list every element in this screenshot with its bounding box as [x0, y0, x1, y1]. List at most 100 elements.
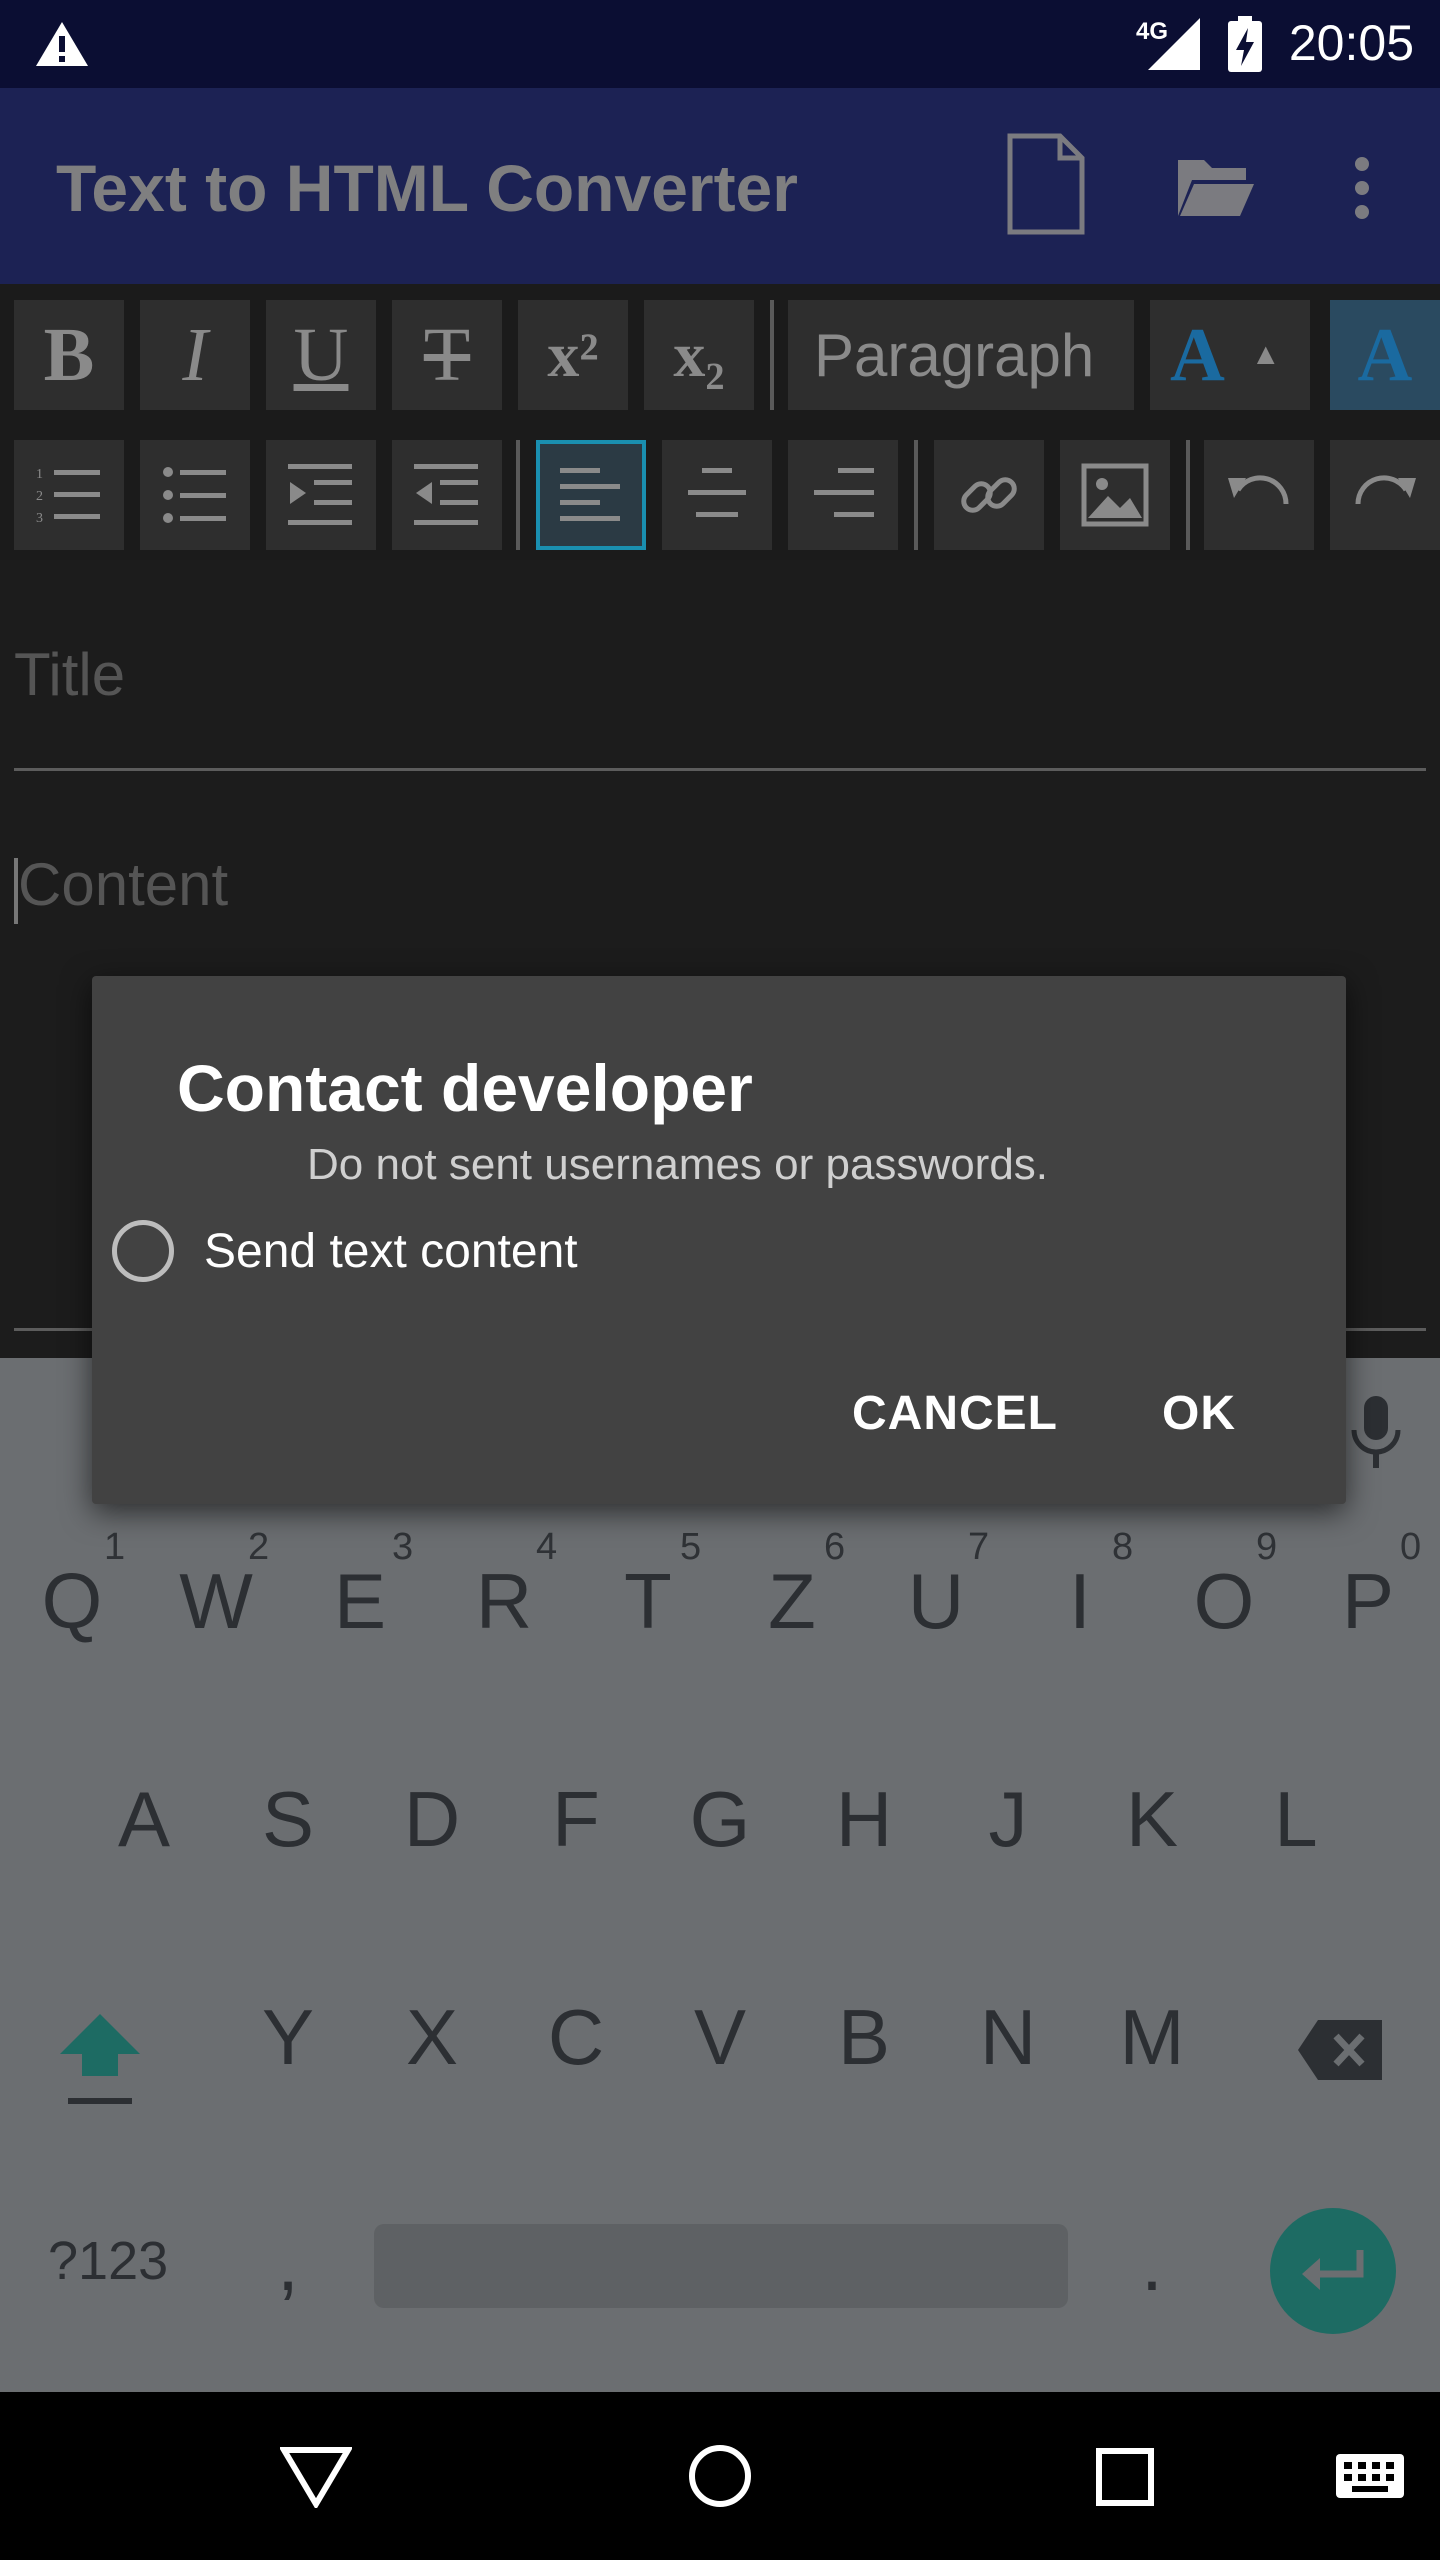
image-button[interactable] — [1060, 440, 1170, 550]
bold-button[interactable]: B — [14, 300, 124, 410]
redo-button[interactable] — [1330, 440, 1440, 550]
key-c[interactable]: C — [516, 1992, 636, 2083]
align-center-button[interactable] — [662, 440, 772, 550]
key-q[interactable]: Q — [12, 1556, 132, 1647]
key-f[interactable]: F — [516, 1774, 636, 1865]
cancel-button[interactable]: CANCEL — [852, 1386, 1058, 1441]
key-j[interactable]: J — [948, 1774, 1068, 1865]
backspace-icon[interactable] — [1296, 2018, 1384, 2082]
key-comma[interactable]: , — [228, 2218, 348, 2309]
key-x[interactable]: X — [372, 1992, 492, 2083]
shift-icon[interactable] — [58, 2010, 142, 2108]
symbols-key[interactable]: ?123 — [48, 2230, 168, 2292]
key-y[interactable]: Y — [228, 1992, 348, 2083]
text-color-button[interactable]: A ▲ — [1150, 300, 1310, 410]
outdent-button[interactable] — [392, 440, 502, 550]
key-p[interactable]: P — [1308, 1556, 1428, 1647]
enter-key[interactable] — [1270, 2208, 1396, 2334]
battery-charging-icon — [1228, 16, 1262, 72]
italic-button[interactable]: I — [140, 300, 250, 410]
indent-button[interactable] — [266, 440, 376, 550]
toolbar-divider — [1186, 440, 1190, 550]
svg-text:3: 3 — [36, 511, 43, 526]
undo-icon — [1228, 475, 1289, 505]
undo-button[interactable] — [1204, 440, 1314, 550]
recents-icon[interactable] — [1096, 2448, 1154, 2506]
svg-text:2: 2 — [36, 489, 43, 504]
key-a[interactable]: A — [84, 1774, 204, 1865]
key-r[interactable]: R — [444, 1556, 564, 1647]
format-toolbar: B I U T x² x₂ Paragraph A ▲ A 1 2 3 — [0, 284, 1440, 560]
outdent-icon — [414, 464, 478, 525]
key-d[interactable]: D — [372, 1774, 492, 1865]
align-left-button[interactable] — [536, 440, 646, 550]
clock: 20:05 — [1288, 15, 1414, 71]
bullet-list-button[interactable] — [140, 440, 250, 550]
warning-icon — [36, 22, 88, 66]
bullet-list-icon — [163, 467, 226, 523]
dialog-title: Contact developer — [177, 1051, 753, 1125]
toolbar-divider — [914, 440, 918, 550]
key-g[interactable]: G — [660, 1774, 780, 1865]
key-l[interactable]: L — [1236, 1774, 1356, 1865]
key-i[interactable]: I — [1020, 1556, 1140, 1647]
svg-text:1: 1 — [36, 467, 43, 482]
key-b[interactable]: B — [804, 1992, 924, 2083]
contact-developer-dialog: Contact developer Do not sent usernames … — [92, 976, 1346, 1504]
link-button[interactable] — [934, 440, 1044, 550]
align-center-icon — [688, 468, 746, 517]
back-icon[interactable] — [280, 2446, 352, 2508]
strikethrough-button[interactable]: T — [392, 300, 502, 410]
home-icon[interactable] — [688, 2444, 752, 2508]
key-t[interactable]: T — [588, 1556, 708, 1647]
send-text-radio[interactable] — [112, 1220, 174, 1282]
keyboard: 1 2 3 4 5 6 7 8 9 0 Q W E R T Z U I O P … — [0, 1358, 1440, 2392]
signal-icon — [1148, 18, 1200, 70]
toolbar-divider — [516, 440, 520, 550]
keyboard-switch-icon[interactable] — [1334, 2452, 1406, 2500]
new-document-icon[interactable] — [1006, 132, 1086, 236]
image-icon — [1081, 463, 1149, 527]
more-vert-icon[interactable] — [1352, 156, 1372, 220]
key-z[interactable]: Z — [732, 1556, 852, 1647]
key-s[interactable]: S — [228, 1774, 348, 1865]
ok-button[interactable]: OK — [1162, 1386, 1236, 1441]
redo-icon — [1355, 475, 1416, 505]
key-e[interactable]: E — [300, 1556, 420, 1647]
key-n[interactable]: N — [948, 1992, 1068, 2083]
title-input[interactable]: Title — [14, 640, 125, 709]
dialog-message: Do not sent usernames or passwords. — [307, 1140, 1049, 1189]
ordered-list-button[interactable]: 1 2 3 — [14, 440, 124, 550]
align-left-icon — [560, 468, 620, 521]
status-bar: 4G 20:05 — [0, 0, 1440, 88]
spacebar[interactable] — [374, 2224, 1068, 2308]
underline-button[interactable]: U — [266, 300, 376, 410]
content-input[interactable]: Content — [18, 850, 228, 919]
align-right-icon — [814, 468, 874, 517]
align-right-button[interactable] — [788, 440, 898, 550]
toolbar-divider — [770, 300, 774, 410]
app-bar: Text to HTML Converter — [0, 88, 1440, 284]
open-folder-icon[interactable] — [1176, 156, 1254, 218]
key-o[interactable]: O — [1164, 1556, 1284, 1647]
subscript-button[interactable]: x₂ — [644, 300, 754, 410]
background-color-button[interactable]: A — [1330, 300, 1440, 410]
key-w[interactable]: W — [156, 1556, 276, 1647]
navigation-bar — [0, 2392, 1440, 2560]
superscript-button[interactable]: x² — [518, 300, 628, 410]
key-m[interactable]: M — [1092, 1992, 1212, 2083]
send-text-label[interactable]: Send text content — [204, 1224, 578, 1279]
key-h[interactable]: H — [804, 1774, 924, 1865]
link-icon — [961, 477, 1017, 513]
key-k[interactable]: K — [1092, 1774, 1212, 1865]
app-title: Text to HTML Converter — [56, 151, 798, 225]
caret-up-icon: ▲ — [1250, 338, 1281, 371]
key-v[interactable]: V — [660, 1992, 780, 2083]
ordered-list-icon: 1 2 3 — [36, 467, 100, 526]
key-period[interactable]: . — [1092, 2218, 1212, 2309]
microphone-icon[interactable] — [1348, 1394, 1404, 1470]
paragraph-select[interactable]: Paragraph — [788, 300, 1134, 410]
key-u[interactable]: U — [876, 1556, 996, 1647]
enter-icon — [1302, 2250, 1364, 2290]
indent-icon — [288, 464, 352, 525]
